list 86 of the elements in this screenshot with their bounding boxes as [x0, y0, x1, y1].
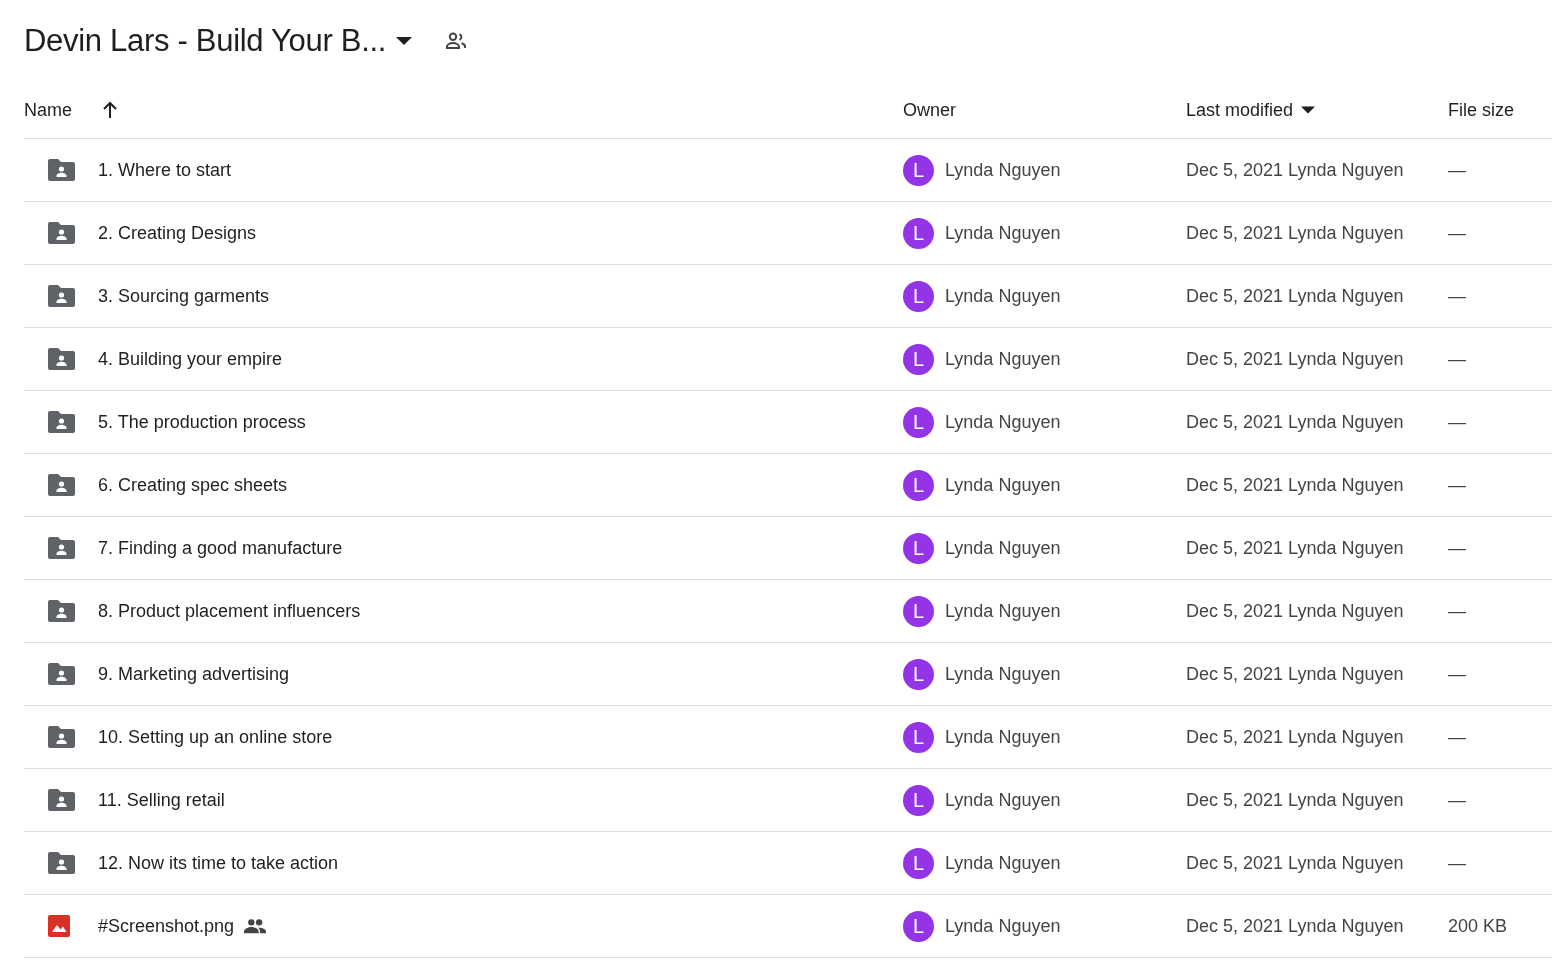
- shared-folder-icon: [48, 537, 75, 559]
- owner-avatar: L: [903, 343, 934, 375]
- file-name[interactable]: 8. Product placement influencers: [98, 600, 361, 622]
- file-name[interactable]: 5. The production process: [98, 411, 306, 433]
- owner-name: Lynda Nguyen: [945, 537, 1061, 559]
- shared-folder-icon: [48, 411, 75, 433]
- owner-name: Lynda Nguyen: [945, 852, 1061, 874]
- last-modified-text: Dec 5, 2021 Lynda Nguyen: [1186, 222, 1405, 244]
- caret-icon[interactable]: [396, 36, 413, 46]
- owner-name: Lynda Nguyen: [945, 474, 1061, 496]
- last-modified-text: Dec 5, 2021 Lynda Nguyen: [1186, 663, 1405, 685]
- shared-folder-icon: [48, 663, 75, 685]
- owner-avatar: L: [903, 595, 934, 627]
- owner-avatar: L: [903, 910, 934, 942]
- owner-name: Lynda Nguyen: [945, 915, 1061, 937]
- shared-folder-icon: [48, 726, 75, 748]
- file-name[interactable]: 12. Now its time to take action: [98, 852, 339, 874]
- owner-name: Lynda Nguyen: [945, 726, 1061, 748]
- column-header[interactable]: Last modified: [1186, 99, 1294, 121]
- shared-folder-icon: [48, 159, 75, 181]
- last-modified-text: Dec 5, 2021 Lynda Nguyen: [1186, 537, 1405, 559]
- file-size-text: —: [1448, 600, 1467, 622]
- last-modified-text: Dec 5, 2021 Lynda Nguyen: [1186, 600, 1405, 622]
- shared-folder-icon: [48, 852, 75, 874]
- caret-icon[interactable]: [1301, 106, 1316, 114]
- column-header[interactable]: Owner: [903, 99, 956, 121]
- file-name[interactable]: 6. Creating spec sheets: [98, 474, 288, 496]
- owner-avatar: L: [903, 406, 934, 438]
- file-size-text: —: [1448, 789, 1467, 811]
- file-name[interactable]: 3. Sourcing garments: [98, 285, 270, 307]
- last-modified-text: Dec 5, 2021 Lynda Nguyen: [1186, 726, 1405, 748]
- file-size-text: —: [1448, 537, 1467, 559]
- file-size-text: —: [1448, 726, 1467, 748]
- file-size-text: —: [1448, 222, 1467, 244]
- owner-avatar: L: [903, 847, 934, 879]
- file-size-text: —: [1448, 159, 1467, 181]
- shared-folder-icon: [48, 222, 75, 244]
- last-modified-text: Dec 5, 2021 Lynda Nguyen: [1186, 348, 1405, 370]
- owner-name: Lynda Nguyen: [945, 285, 1061, 307]
- owner-avatar: L: [903, 154, 934, 186]
- owner-avatar: L: [903, 280, 934, 312]
- shared-folder-icon: [48, 348, 75, 370]
- file-size-text: —: [1448, 411, 1467, 433]
- owner-avatar: L: [903, 217, 934, 249]
- shared-folder-icon: [48, 285, 75, 307]
- file-name[interactable]: 2. Creating Designs: [98, 222, 257, 244]
- file-size-text: —: [1448, 663, 1467, 685]
- owner-name: Lynda Nguyen: [945, 789, 1061, 811]
- shared-folder-icon: [48, 789, 75, 811]
- file-name[interactable]: 4. Building your empire: [98, 348, 283, 370]
- owner-avatar: L: [903, 532, 934, 564]
- last-modified-text: Dec 5, 2021 Lynda Nguyen: [1186, 915, 1405, 937]
- owner-avatar: L: [903, 469, 934, 501]
- shared-folder-icon: [48, 474, 75, 496]
- file-name[interactable]: #Screenshot.png: [98, 915, 235, 937]
- file-size-text: —: [1448, 348, 1467, 370]
- owner-name: Lynda Nguyen: [945, 411, 1061, 433]
- file-name[interactable]: 10. Setting up an online store: [98, 726, 333, 748]
- sort-up-arrow-icon[interactable]: [102, 101, 118, 119]
- last-modified-text: Dec 5, 2021 Lynda Nguyen: [1186, 285, 1405, 307]
- owner-name: Lynda Nguyen: [945, 348, 1061, 370]
- owner-name: Lynda Nguyen: [945, 159, 1061, 181]
- owner-avatar: L: [903, 658, 934, 690]
- file-size-text: —: [1448, 285, 1467, 307]
- file-size-text: —: [1448, 474, 1467, 496]
- owner-name: Lynda Nguyen: [945, 222, 1061, 244]
- file-size-text: —: [1448, 852, 1467, 874]
- file-name[interactable]: 7. Finding a good manufacture: [98, 537, 343, 559]
- file-name[interactable]: 1. Where to start: [98, 159, 232, 181]
- file-size-text: 200 KB: [1448, 915, 1509, 937]
- last-modified-text: Dec 5, 2021 Lynda Nguyen: [1186, 159, 1405, 181]
- column-header[interactable]: Name: [24, 99, 72, 121]
- owner-name: Lynda Nguyen: [945, 663, 1061, 685]
- image-file-icon: [48, 915, 70, 937]
- owner-name: Lynda Nguyen: [945, 600, 1061, 622]
- owner-avatar: L: [903, 784, 934, 816]
- last-modified-text: Dec 5, 2021 Lynda Nguyen: [1186, 789, 1405, 811]
- folder-title: Devin Lars - Build Your B...: [24, 23, 387, 59]
- owner-avatar: L: [903, 721, 934, 753]
- file-name[interactable]: 9. Marketing advertising: [98, 663, 290, 685]
- shared-folder-icon: [48, 600, 75, 622]
- last-modified-text: Dec 5, 2021 Lynda Nguyen: [1186, 474, 1405, 496]
- last-modified-text: Dec 5, 2021 Lynda Nguyen: [1186, 852, 1405, 874]
- file-name[interactable]: 11. Selling retail: [98, 789, 225, 811]
- column-header[interactable]: File size: [1448, 99, 1514, 121]
- last-modified-text: Dec 5, 2021 Lynda Nguyen: [1186, 411, 1405, 433]
